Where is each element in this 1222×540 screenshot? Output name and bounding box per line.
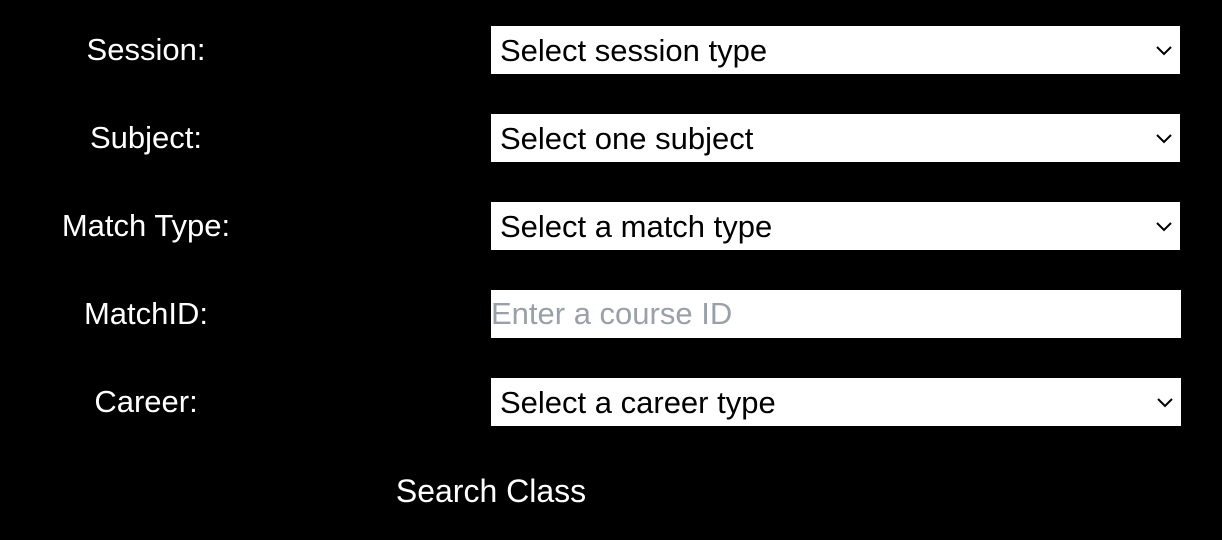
match-type-label: Match Type:	[61, 208, 231, 243]
match-type-select[interactable]: Select a match type	[491, 202, 1180, 250]
subject-label: Subject:	[89, 120, 202, 155]
match-type-row: Match Type: Select a match type	[0, 202, 1222, 250]
class-search-form: Session: Select session type Subject: Se…	[0, 0, 1222, 540]
match-type-select-value: Select a match type	[500, 209, 773, 244]
session-label: Session:	[86, 32, 206, 67]
subject-select[interactable]: Select one subject	[491, 114, 1180, 162]
career-row: Career: Select a career type	[0, 378, 1222, 426]
search-class-button[interactable]: Search Class	[360, 466, 622, 514]
match-id-label: MatchID:	[83, 296, 209, 331]
subject-select-value: Select one subject	[500, 121, 754, 156]
chevron-down-icon	[1156, 222, 1172, 232]
subject-row: Subject: Select one subject	[0, 114, 1222, 162]
chevron-down-icon	[1156, 46, 1172, 56]
match-id-input[interactable]	[491, 290, 1181, 338]
career-label: Career:	[94, 384, 198, 419]
career-select-value: Select a career type	[500, 385, 776, 420]
session-select[interactable]: Select session type	[491, 26, 1180, 74]
chevron-down-icon	[1157, 398, 1173, 408]
session-row: Session: Select session type	[0, 26, 1222, 74]
career-select[interactable]: Select a career type	[491, 378, 1181, 426]
chevron-down-icon	[1156, 134, 1172, 144]
session-select-value: Select session type	[500, 33, 768, 68]
match-id-row: MatchID:	[0, 290, 1222, 338]
